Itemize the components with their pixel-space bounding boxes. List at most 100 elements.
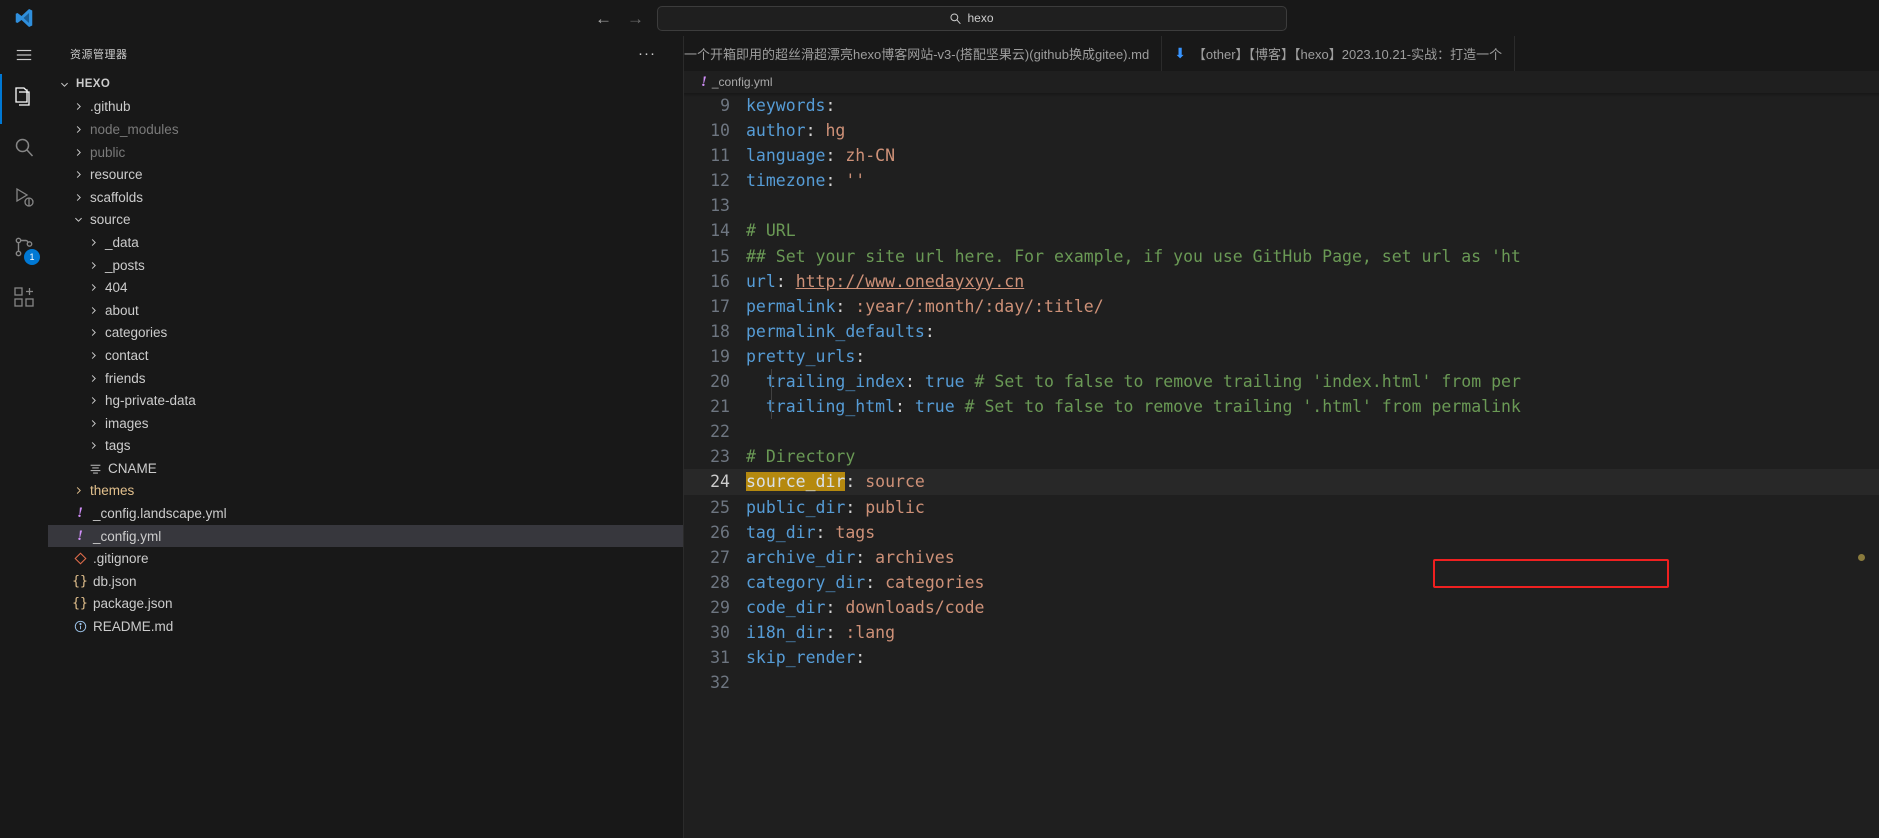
tree-file-db-json[interactable]: {} db.json bbox=[48, 570, 683, 593]
navigate-back-button[interactable]: ← bbox=[593, 7, 615, 29]
activitybar-item-search[interactable] bbox=[0, 124, 48, 174]
chevron-right-icon[interactable] bbox=[70, 147, 87, 158]
command-center-search-input[interactable]: hexo bbox=[656, 5, 1287, 31]
code-line-text: trailing_index: true # Set to false to r… bbox=[746, 369, 1521, 394]
tree-folder-source[interactable]: source bbox=[48, 209, 683, 232]
tree-folder-friends[interactable]: friends bbox=[48, 367, 683, 390]
tree-file-readme-md[interactable]: README.md bbox=[48, 615, 683, 638]
code-line-20[interactable]: 20 trailing_index: true # Set to false t… bbox=[684, 369, 1879, 395]
explorer-more-actions-button[interactable]: ··· bbox=[638, 45, 673, 62]
activitybar-item-source-control[interactable]: 1 bbox=[0, 224, 48, 274]
tree-file--gitignore[interactable]: .gitignore bbox=[48, 547, 683, 570]
editor-tab-1[interactable]: ⬇ 【other】【博客】【hexo】2023.10.21-实战：打造一个 bbox=[1162, 36, 1516, 71]
code-line-15[interactable]: 15 ## Set your site url here. For example… bbox=[684, 244, 1879, 269]
tree-folder-hg-private-data[interactable]: hg-private-data bbox=[48, 389, 683, 412]
code-line-17[interactable]: 17 permalink: :year/:month/:day/:title/ bbox=[684, 294, 1879, 319]
breadcrumb-label: _config.yml bbox=[711, 75, 773, 89]
line-number: 14 bbox=[710, 221, 730, 241]
code-line-text: skip_render: bbox=[746, 645, 865, 670]
chevron-right-icon[interactable] bbox=[70, 124, 87, 135]
code-line-27[interactable]: 27 archive_dir: archives bbox=[684, 545, 1879, 570]
code-line-18[interactable]: 18 permalink_defaults: bbox=[684, 319, 1879, 344]
chevron-down-icon[interactable] bbox=[56, 79, 73, 90]
code-line-25[interactable]: 25 public_dir: public bbox=[684, 495, 1879, 520]
code-editor[interactable]: 9 keywords: 10 author: hg 11 language: zh-CN 1… bbox=[684, 93, 1879, 838]
activitybar-item-explorer[interactable] bbox=[0, 74, 48, 124]
tree-folder-scaffolds[interactable]: scaffolds bbox=[48, 186, 683, 209]
tree-folder-404[interactable]: 404 bbox=[48, 276, 683, 299]
line-number: 27 bbox=[710, 547, 730, 567]
chevron-right-icon[interactable] bbox=[70, 192, 87, 203]
tree-folder--data[interactable]: _data bbox=[48, 231, 683, 254]
tree-folder--github[interactable]: .github bbox=[48, 96, 683, 119]
tree-folder-about[interactable]: about bbox=[48, 299, 683, 322]
chevron-right-icon[interactable] bbox=[70, 101, 87, 112]
tree-folder-contact[interactable]: contact bbox=[48, 344, 683, 367]
chevron-right-icon[interactable] bbox=[85, 350, 102, 361]
editor-tab-bar: 一个开箱即用的超丝滑超漂亮hexo博客网站-v3-(搭配坚果云)(github换… bbox=[684, 36, 1879, 71]
code-line-30[interactable]: 30 i18n_dir: :lang bbox=[684, 620, 1879, 645]
line-number: 26 bbox=[710, 522, 730, 542]
file-tree[interactable]: HEXO .github node_modules public resource sca… bbox=[48, 71, 683, 638]
code-line-24[interactable]: 24 source_dir: source bbox=[684, 469, 1879, 495]
chevron-right-icon[interactable] bbox=[85, 373, 102, 384]
code-line-23[interactable]: 23 # Directory bbox=[684, 444, 1879, 469]
yaml-file-icon: ! bbox=[77, 527, 83, 544]
code-line-29[interactable]: 29 code_dir: downloads/code bbox=[684, 595, 1879, 620]
tree-folder-node-modules[interactable]: node_modules bbox=[48, 118, 683, 141]
code-line-31[interactable]: 31 skip_render: bbox=[684, 645, 1879, 670]
tree-folder-tags[interactable]: tags bbox=[48, 435, 683, 458]
chevron-right-icon[interactable] bbox=[85, 305, 102, 316]
line-number: 31 bbox=[710, 648, 730, 668]
navigate-forward-button[interactable]: → bbox=[625, 7, 647, 29]
code-line-16[interactable]: 16 url: http://www.onedayxyy.cn bbox=[684, 269, 1879, 294]
tree-folder-public[interactable]: public bbox=[48, 141, 683, 164]
tree-file-package-json[interactable]: {} package.json bbox=[48, 593, 683, 616]
chevron-right-icon[interactable] bbox=[85, 440, 102, 451]
chevron-right-icon[interactable] bbox=[85, 237, 102, 248]
file-tree-root[interactable]: HEXO bbox=[48, 73, 683, 96]
code-line-32[interactable]: 32 bbox=[684, 670, 1879, 695]
tree-file--config-yml[interactable]: ! _config.yml bbox=[48, 524, 683, 548]
tree-folder--posts[interactable]: _posts bbox=[48, 254, 683, 277]
code-token: language bbox=[746, 146, 826, 166]
tree-file-cname[interactable]: CNAME bbox=[48, 457, 683, 480]
tree-item-label: hg-private-data bbox=[105, 393, 196, 409]
code-line-19[interactable]: 19 pretty_urls: bbox=[684, 344, 1879, 369]
editor-tab-0[interactable]: 一个开箱即用的超丝滑超漂亮hexo博客网站-v3-(搭配坚果云)(github换… bbox=[684, 36, 1163, 71]
tree-folder-themes[interactable]: themes bbox=[48, 480, 683, 503]
hamburger-menu-icon[interactable] bbox=[0, 36, 48, 74]
activitybar-item-run-and-debug[interactable] bbox=[0, 174, 48, 224]
chevron-right-icon[interactable] bbox=[70, 169, 87, 180]
tree-file--config-landscape-yml[interactable]: ! _config.landscape.yml bbox=[48, 502, 683, 525]
chevron-right-icon[interactable] bbox=[85, 260, 102, 271]
code-line-22[interactable]: 22 bbox=[684, 419, 1879, 444]
chevron-right-icon[interactable] bbox=[85, 327, 102, 338]
code-token: tag_dir bbox=[746, 522, 816, 542]
tree-folder-resource[interactable]: resource bbox=[48, 163, 683, 186]
code-line-13[interactable]: 13 bbox=[684, 193, 1879, 218]
code-token: tags bbox=[835, 522, 876, 542]
breadcrumb[interactable]: ! _config.yml bbox=[684, 71, 1879, 93]
code-line-12[interactable]: 12 timezone: '' bbox=[684, 168, 1879, 193]
code-line-9[interactable]: 9 keywords: bbox=[684, 93, 1879, 118]
code-line-11[interactable]: 11 language: zh-CN bbox=[684, 143, 1879, 168]
code-line-10[interactable]: 10 author: hg bbox=[684, 118, 1879, 143]
code-line-text: author: hg bbox=[746, 118, 845, 143]
code-line-14[interactable]: 14 # URL bbox=[684, 218, 1879, 243]
code-line-21[interactable]: 21 trailing_html: true # Set to false to… bbox=[684, 394, 1879, 420]
code-token: : bbox=[855, 648, 866, 668]
activitybar-item-extensions[interactable] bbox=[0, 274, 48, 324]
code-line-28[interactable]: 28 category_dir: categories bbox=[684, 570, 1879, 595]
chevron-right-icon[interactable] bbox=[85, 282, 102, 293]
chevron-right-icon[interactable] bbox=[85, 418, 102, 429]
tree-folder-categories[interactable]: categories bbox=[48, 322, 683, 345]
chevron-right-icon[interactable] bbox=[85, 395, 102, 406]
chevron-right-icon[interactable] bbox=[70, 485, 87, 496]
code-token: : bbox=[825, 146, 846, 166]
tree-folder-images[interactable]: images bbox=[48, 412, 683, 435]
chevron-down-icon[interactable] bbox=[70, 214, 87, 225]
code-line-26[interactable]: 26 tag_dir: tags bbox=[684, 520, 1879, 545]
line-number: 9 bbox=[720, 96, 730, 115]
code-token: : bbox=[775, 271, 796, 291]
